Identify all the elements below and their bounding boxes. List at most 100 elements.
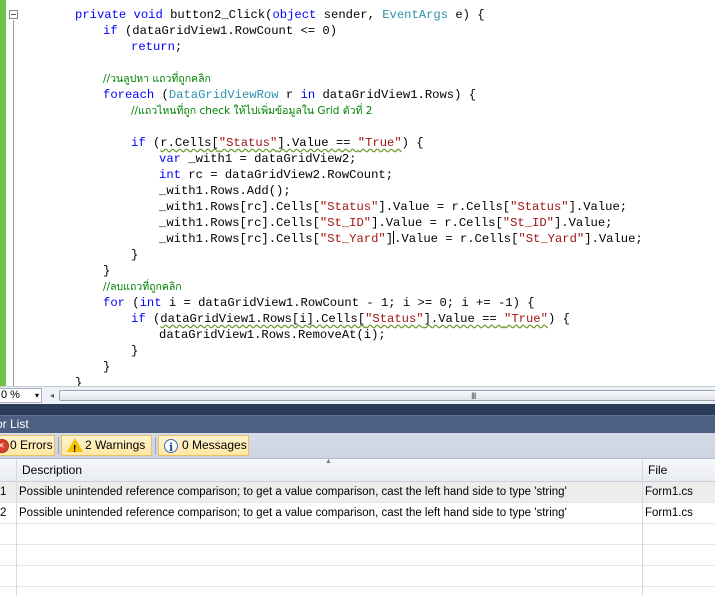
scroll-left-arrow-icon[interactable]: ◂ xyxy=(46,389,58,402)
code-token: sender, xyxy=(323,8,383,22)
code-token: } xyxy=(131,248,139,262)
horizontal-scroll-thumb[interactable]: III xyxy=(59,390,715,401)
code-token: ( xyxy=(132,296,140,310)
panel-splitter[interactable] xyxy=(0,404,715,415)
code-token: ].Value; xyxy=(584,232,643,246)
code-token: EventArgs xyxy=(382,8,456,22)
code-line[interactable]: //ลบแถวที่ถูกคลิก xyxy=(103,279,182,295)
error-icon xyxy=(0,437,9,456)
code-token: ) { xyxy=(547,312,570,326)
code-token: ].Value = r.Cells[ xyxy=(371,216,503,230)
error-list-toolbar: 0 Errors 2 Warnings 0 Messages xyxy=(0,433,715,459)
code-token: //แถวไหนที่ถูก check ให้ไปเพิ่มข้อมูลใน … xyxy=(131,105,373,117)
code-token: dataGridView1.Rows.RemoveAt(i); xyxy=(159,328,386,342)
error-list-table: ▲ Description File 1 Possible unintended… xyxy=(0,458,715,596)
code-token: in xyxy=(300,88,323,102)
code-token: (dataGridView1.RowCount <= 0) xyxy=(124,24,338,38)
code-token: r xyxy=(285,88,301,102)
code-token: e) { xyxy=(455,8,485,22)
code-line[interactable]: return; xyxy=(131,39,182,55)
code-token: ].Value; xyxy=(553,216,613,230)
code-token: .Value = r.Cells[ xyxy=(394,232,519,246)
warning-icon xyxy=(67,438,83,459)
code-line[interactable]: foreach (DataGridViewRow r in dataGridVi… xyxy=(103,87,476,103)
code-token: "St_ID" xyxy=(319,216,372,230)
code-line[interactable]: } xyxy=(131,247,138,263)
code-token: _with1.Rows.Add(); xyxy=(159,184,291,198)
code-token: i = dataGridView1.RowCount - 1; i >= 0; … xyxy=(168,296,535,310)
info-icon xyxy=(164,438,178,457)
collapse-outline-icon[interactable] xyxy=(9,10,18,19)
code-token: if xyxy=(103,24,125,38)
code-line[interactable]: _with1.Rows[rc].Cells["St_Yard"].Value =… xyxy=(159,231,643,247)
code-line[interactable]: } xyxy=(131,343,138,359)
code-line[interactable]: _with1.Rows[rc].Cells["Status"].Value = … xyxy=(159,199,627,215)
code-token: ].Value = r.Cells[ xyxy=(378,200,511,214)
code-token: } xyxy=(103,360,111,374)
code-line[interactable]: _with1.Rows[rc].Cells["St_ID"].Value = r… xyxy=(159,215,612,231)
code-token: ].Value == xyxy=(423,312,505,326)
horizontal-scrollbar[interactable]: ◂ III xyxy=(46,389,715,402)
code-line[interactable]: //แถวไหนที่ถูก check ให้ไปเพิ่มข้อมูลใน … xyxy=(131,103,372,119)
code-token: } xyxy=(103,264,111,278)
code-line[interactable]: private void button2_Click(object sender… xyxy=(75,7,485,23)
code-editor[interactable]: private void button2_Click(object sender… xyxy=(0,0,715,386)
table-row[interactable]: 1 Possible unintended reference comparis… xyxy=(0,482,715,503)
change-tracking-margin xyxy=(0,0,6,386)
code-token: return xyxy=(131,40,175,54)
code-token: "St_Yard" xyxy=(319,232,386,246)
code-line[interactable]: if (dataGridView1.Rows[i].Cells["Status"… xyxy=(131,311,570,327)
code-token: if xyxy=(131,312,153,326)
empty-row xyxy=(0,524,715,545)
warnings-filter-button[interactable]: 2 Warnings xyxy=(61,435,152,459)
code-token: for xyxy=(103,296,133,310)
toolbar-separator xyxy=(155,437,156,454)
code-line[interactable]: if (dataGridView1.RowCount <= 0) xyxy=(103,23,337,39)
code-line[interactable]: dataGridView1.Rows.RemoveAt(i); xyxy=(159,327,386,343)
code-token: } xyxy=(75,376,83,386)
error-list-titlebar[interactable]: or List xyxy=(0,415,715,433)
code-token: button2_Click( xyxy=(170,8,273,22)
code-line[interactable]: } xyxy=(75,375,82,386)
zoom-level-value: 0 % xyxy=(1,389,20,401)
code-line[interactable]: //วนลูปหา แถวที่ถูกคลิก xyxy=(103,71,211,87)
row-description: Possible unintended reference comparison… xyxy=(19,507,567,519)
column-header-description[interactable]: Description xyxy=(22,459,82,481)
code-line[interactable]: int rc = dataGridView2.RowCount; xyxy=(159,167,393,183)
row-file: Form1.cs xyxy=(645,486,693,498)
code-line[interactable]: if (r.Cells["Status"].Value == "True") { xyxy=(131,135,424,151)
messages-filter-button[interactable]: 0 Messages xyxy=(158,435,249,457)
errors-filter-button[interactable]: 0 Errors xyxy=(0,435,55,456)
code-token: ].Value == xyxy=(277,136,358,150)
code-token: "Status" xyxy=(319,200,379,214)
code-token: //วนลูปหา แถวที่ถูกคลิก xyxy=(103,73,211,85)
code-token: //ลบแถวที่ถูกคลิก xyxy=(103,281,182,293)
code-token: ] xyxy=(385,232,394,246)
row-number: 1 xyxy=(0,486,7,498)
code-token: r.Cells[ xyxy=(160,136,219,150)
zoom-level-dropdown[interactable]: 0 % ▾ xyxy=(0,388,42,403)
code-line[interactable]: } xyxy=(103,359,110,375)
code-line[interactable]: for (int i = dataGridView1.RowCount - 1;… xyxy=(103,295,535,311)
code-token: _with1.Rows[rc].Cells[ xyxy=(159,232,320,246)
code-token: "St_ID" xyxy=(502,216,554,230)
code-token: ) { xyxy=(401,136,424,150)
code-token: ( xyxy=(161,88,169,102)
code-line[interactable]: var _with1 = dataGridView2; xyxy=(159,151,356,167)
table-row[interactable]: 2 Possible unintended reference comparis… xyxy=(0,503,715,524)
code-token: if xyxy=(131,136,153,150)
code-line[interactable]: } xyxy=(103,263,110,279)
code-token: ; xyxy=(174,40,183,54)
code-token: dataGridView1.Rows[i].Cells[ xyxy=(160,312,366,326)
errors-filter-label: 0 Errors xyxy=(10,438,53,452)
empty-row xyxy=(0,545,715,566)
code-line[interactable]: _with1.Rows.Add(); xyxy=(159,183,291,199)
column-divider xyxy=(642,459,643,596)
messages-filter-label: 0 Messages xyxy=(182,438,247,452)
code-token: private void xyxy=(75,8,171,22)
code-token: DataGridViewRow xyxy=(168,88,286,102)
empty-row xyxy=(0,566,715,587)
outline-guide-line xyxy=(13,20,14,386)
column-header-file[interactable]: File xyxy=(648,459,667,481)
row-number: 2 xyxy=(0,507,7,519)
